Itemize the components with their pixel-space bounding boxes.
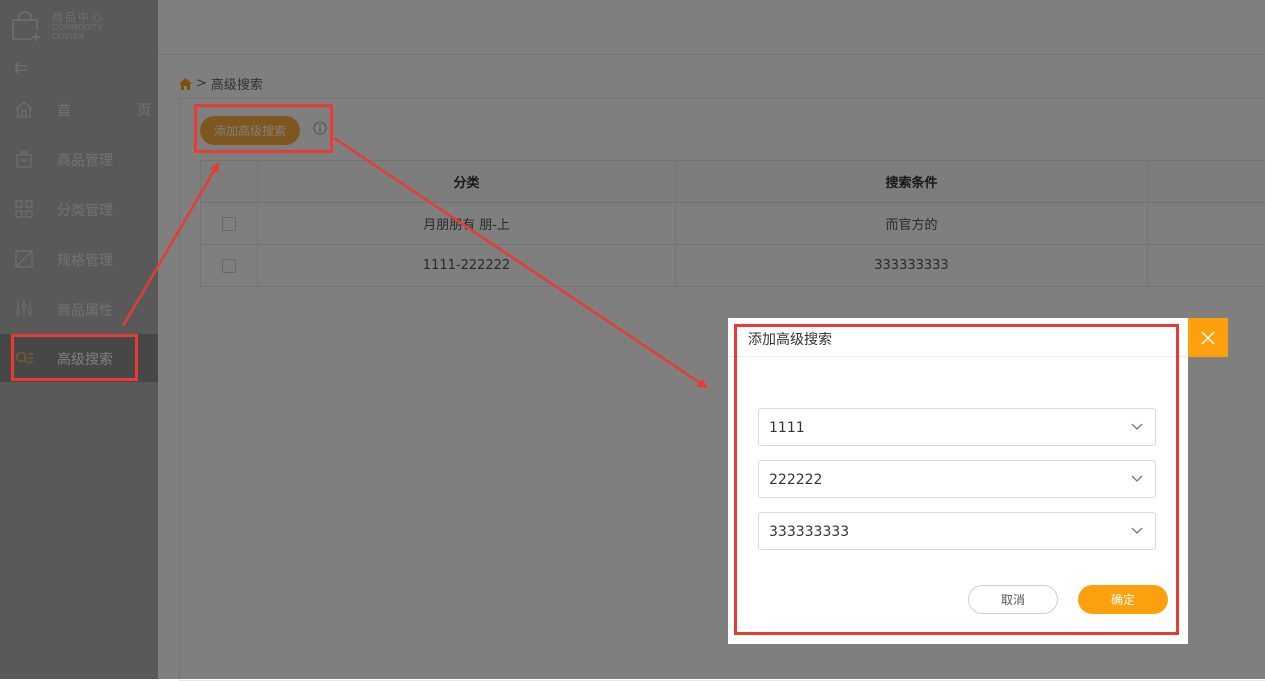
close-icon — [1201, 331, 1215, 345]
annotation-box-dialog — [734, 324, 1179, 635]
annotation-box-sidebar — [11, 334, 138, 381]
close-button[interactable] — [1188, 318, 1228, 357]
annotation-box-add-button — [194, 104, 333, 153]
